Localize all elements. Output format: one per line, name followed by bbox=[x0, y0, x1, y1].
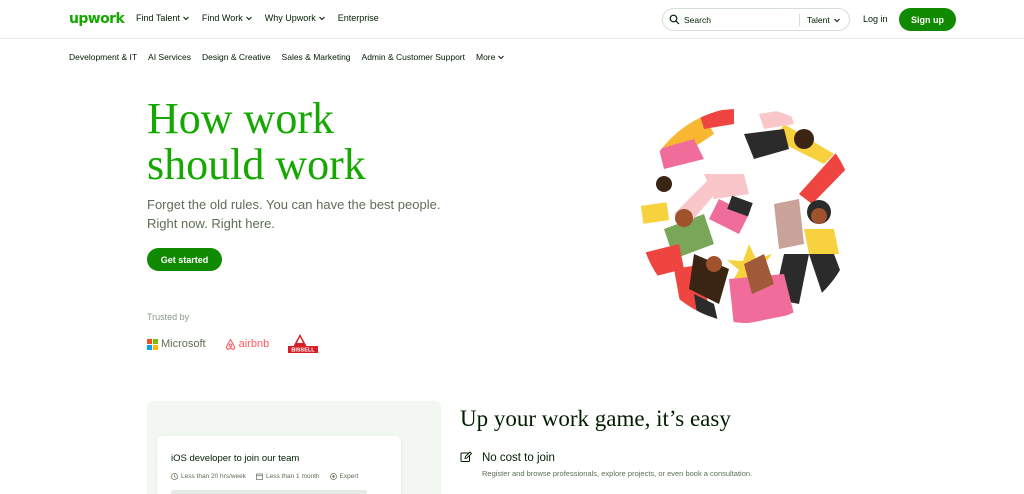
bissell-logo: BISSELL bbox=[287, 333, 319, 355]
expertise-icon bbox=[329, 473, 337, 480]
hero-subtitle-line: Forget the old rules. You can have the b… bbox=[147, 197, 441, 212]
job-tag: Less than 20 hrs/week bbox=[171, 473, 246, 480]
hero-subtitle: Forget the old rules. You can have the b… bbox=[147, 195, 467, 233]
bissell-logo-icon: BISSELL bbox=[288, 334, 319, 354]
job-card[interactable]: iOS developer to join our team Less than… bbox=[157, 436, 401, 494]
nav-label: Find Work bbox=[201, 13, 243, 23]
chevron-down-icon bbox=[833, 18, 840, 23]
main-nav: Find Talent Find Work Why Upwork Enterpr… bbox=[136, 13, 379, 23]
trusted-by-label: Trusted by bbox=[147, 312, 190, 322]
job-tags: Less than 20 hrs/week Less than 1 month … bbox=[171, 473, 358, 480]
svg-text:BISSELL: BISSELL bbox=[292, 348, 316, 354]
job-tag-label: Expert bbox=[339, 473, 359, 480]
airbnb-logo-icon bbox=[225, 337, 235, 350]
edit-icon bbox=[460, 451, 472, 462]
job-tag: Expert bbox=[329, 473, 359, 480]
nav-find-talent[interactable]: Find Talent bbox=[136, 13, 190, 23]
calendar-icon bbox=[256, 473, 263, 480]
job-tag-label: Less than 20 hrs/week bbox=[181, 473, 247, 480]
nav-enterprise[interactable]: Enterprise bbox=[338, 13, 379, 23]
microsoft-logo: Microsoft bbox=[147, 338, 206, 350]
job-title: iOS developer to join our team bbox=[171, 453, 300, 464]
login-link[interactable]: Log in bbox=[863, 14, 888, 24]
hero-title-line: should work bbox=[147, 140, 366, 189]
category-more-label: More bbox=[476, 52, 496, 62]
search-category-select[interactable]: Talent bbox=[807, 15, 841, 25]
search-category-label: Talent bbox=[807, 15, 830, 25]
get-started-button[interactable]: Get started bbox=[147, 248, 222, 271]
category-ai-services[interactable]: AI Services bbox=[148, 52, 191, 62]
job-preview-panel: iOS developer to join our team Less than… bbox=[147, 401, 441, 494]
hero-title: How work should work bbox=[147, 96, 447, 188]
category-development-it[interactable]: Development & IT bbox=[69, 52, 137, 62]
nav-why-upwork[interactable]: Why Upwork bbox=[265, 13, 326, 23]
section-title: Up your work game, it’s easy bbox=[460, 406, 731, 431]
feature-title: No cost to join bbox=[482, 452, 555, 464]
search-divider bbox=[799, 14, 800, 26]
nav-label: Enterprise bbox=[337, 13, 379, 23]
job-tag-label: Less than 1 month bbox=[266, 473, 320, 480]
category-design-creative[interactable]: Design & Creative bbox=[202, 52, 271, 62]
chevron-down-icon bbox=[318, 16, 325, 21]
microsoft-logo-text: Microsoft bbox=[161, 338, 206, 350]
clock-icon bbox=[171, 473, 178, 480]
microsoft-logo-icon bbox=[147, 338, 158, 350]
search-icon bbox=[669, 14, 680, 25]
hero-subtitle-line: Right now. Right here. bbox=[147, 216, 275, 231]
nav-label: Why Upwork bbox=[264, 13, 316, 23]
category-sales-marketing[interactable]: Sales & Marketing bbox=[282, 52, 351, 62]
signup-button[interactable]: Sign up bbox=[899, 8, 956, 31]
trusted-logos: Microsoft airbnb BISSELL bbox=[147, 333, 319, 355]
chevron-down-icon bbox=[498, 55, 505, 60]
hero-title-line: How work bbox=[147, 94, 334, 143]
nav-label: Find Talent bbox=[136, 13, 180, 23]
upwork-logo[interactable]: upwork bbox=[69, 11, 125, 27]
top-navbar: upwork Find Talent Find Work Why Upwork … bbox=[0, 0, 1024, 39]
job-tag: Less than 1 month bbox=[256, 473, 320, 480]
search-input[interactable]: Search bbox=[684, 15, 711, 25]
category-bar: Development & IT AI Services Design & Cr… bbox=[69, 52, 505, 62]
chevron-down-icon bbox=[245, 16, 252, 21]
airbnb-logo-text: airbnb bbox=[238, 338, 270, 350]
airbnb-logo: airbnb bbox=[224, 337, 270, 351]
category-more[interactable]: More bbox=[476, 52, 505, 62]
category-admin-support[interactable]: Admin & Customer Support bbox=[362, 52, 465, 62]
chevron-down-icon bbox=[183, 16, 189, 21]
job-card-placeholder-bar bbox=[171, 490, 367, 494]
hero-illustration bbox=[639, 107, 855, 323]
nav-find-work[interactable]: Find Work bbox=[202, 13, 253, 23]
search-bar[interactable]: Search Talent bbox=[662, 8, 850, 31]
feature-description: Register and browse professionals, explo… bbox=[482, 469, 753, 478]
